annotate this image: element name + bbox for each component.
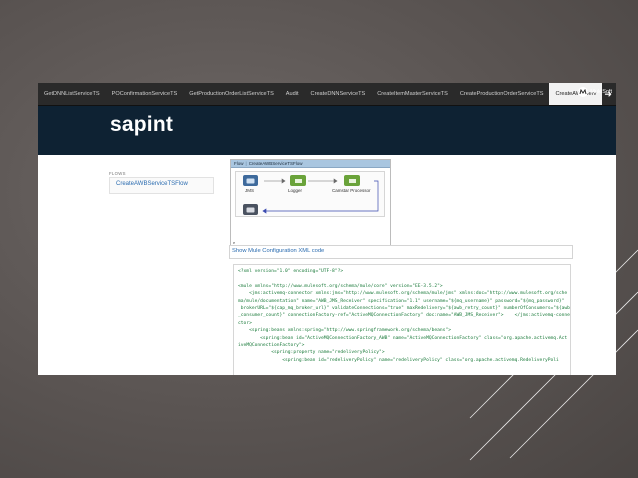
code-line: brokerURL="${cap_mq_broker_url}" validat… <box>238 306 570 312</box>
xml-code: <?xml version="1.0" encoding="UTF-8"?> <… <box>234 265 570 367</box>
diagram-header: Flow | CreateAWBServiceTSFlow <box>231 160 390 168</box>
xml-code-block: <?xml version="1.0" encoding="UTF-8"?> <… <box>233 264 571 375</box>
tab-po-confirmation[interactable]: POConfirmationServiceTS <box>106 83 184 105</box>
diagram-canvas: JMS Logger Camstar Processor <box>235 171 385 217</box>
code-line: <mule xmlns="http://www.mulesoft.org/sch… <box>238 283 443 289</box>
logger-icon[interactable] <box>290 175 306 186</box>
logo-text: MuleSoft <box>590 89 612 95</box>
main-content: FLOWS CreateAWBServiceTSFlow Flow | Create… <box>38 155 616 375</box>
code-line: <spring:beans xmlns:spring="http://www.s… <box>238 328 451 334</box>
code-line: <spring:bean id="redeliveryPolicy" name=… <box>238 357 559 363</box>
code-line: ma/mule/documentation" name="AWB_JMS_Rec… <box>238 298 565 304</box>
app-title: sapint <box>110 113 174 136</box>
screenshot-window: GetDNNListServiceTS POConfirmationServic… <box>38 83 616 375</box>
jms-outbound-icon[interactable] <box>243 204 258 215</box>
tab-get-production-order-list[interactable]: GetProductionOrderListServiceTS <box>183 83 280 105</box>
flow-list: CreateAWBServiceTSFlow <box>109 177 214 194</box>
code-line: ctor> <box>238 320 252 326</box>
tab-create-item-master[interactable]: CreateItemMasterServiceTS <box>371 83 454 105</box>
show-xml-link[interactable]: Show Mule Configuration XML code <box>232 248 324 254</box>
logger-label: Logger <box>288 188 303 193</box>
camstar-processor-label: Camstar Processor <box>332 188 371 193</box>
code-line: <?xml version="1.0" encoding="UTF-8"?> <box>238 269 344 274</box>
mulesoft-logo: MuleSoft <box>578 87 612 97</box>
camstar-processor-icon[interactable] <box>344 175 360 186</box>
flow-link-create-awb[interactable]: CreateAWBServiceTSFlow <box>116 181 188 187</box>
diagram-tab-label: Flow <box>234 161 244 166</box>
tab-get-dnn-list[interactable]: GetDNNListServiceTS <box>38 83 106 105</box>
tab-audit[interactable]: Audit <box>280 83 305 105</box>
header-banner: sapint <box>38 106 616 155</box>
diagram-flow-name: CreateAWBServiceTSFlow <box>248 161 303 166</box>
code-line: <spring:bean id="ActiveMQConnectionFacto… <box>238 335 568 341</box>
jms-label: JMS <box>245 188 254 193</box>
jms-inbound-icon[interactable] <box>243 175 258 186</box>
code-line: iveMQConnectionFactory"> <box>238 343 305 349</box>
code-line: _consumer_count}" connectionFactory-ref=… <box>238 313 570 319</box>
tab-create-dnn[interactable]: CreateDNNServiceTS <box>305 83 372 105</box>
flow-connectors <box>262 178 379 214</box>
flow-diagram: Flow | CreateAWBServiceTSFlow JMS Logger… <box>230 159 391 247</box>
flows-heading: FLOWS <box>109 171 126 176</box>
code-line: <jms:activemq-connector xmlns:jms="http:… <box>238 291 568 297</box>
show-xml-toggle[interactable]: Show Mule Configuration XML code <box>229 245 573 259</box>
code-line: <spring:property name="redeliveryPolicy"… <box>238 350 385 356</box>
top-navigation: GetDNNListServiceTS POConfirmationServic… <box>38 83 616 106</box>
mulesoft-m-icon <box>578 87 589 97</box>
tab-create-production-order[interactable]: CreateProductionOrderServiceTS <box>454 83 550 105</box>
